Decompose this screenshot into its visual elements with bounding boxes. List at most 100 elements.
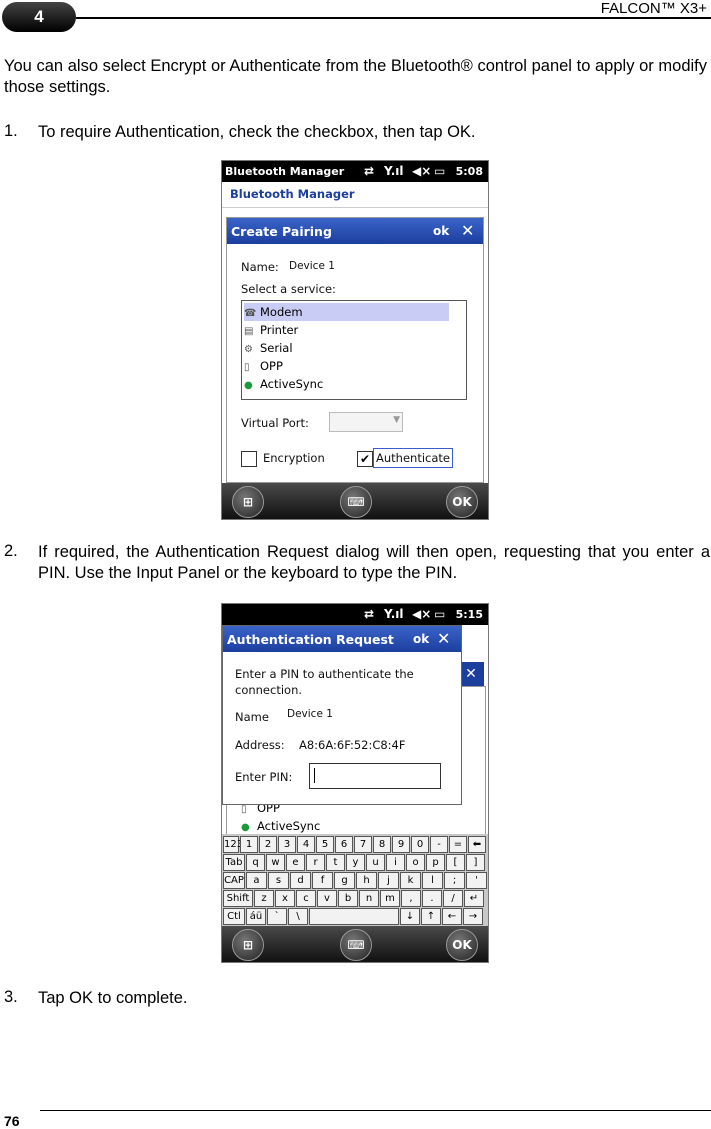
- key[interactable]: [: [446, 854, 465, 871]
- key[interactable]: h: [356, 872, 377, 889]
- key[interactable]: l: [422, 872, 443, 889]
- windows-start-icon[interactable]: ⊞: [232, 929, 264, 961]
- name-label: Name: [235, 710, 269, 724]
- encryption-checkbox[interactable]: [241, 451, 257, 467]
- key[interactable]: q: [246, 854, 265, 871]
- key[interactable]: d: [290, 872, 311, 889]
- key[interactable]: n: [359, 890, 379, 907]
- create-pairing-dialog: Create Pairing ok ✕ Name: Device 1 Selec…: [226, 217, 484, 483]
- dialog-title: Authentication Request: [227, 632, 394, 647]
- key[interactable]: ;: [444, 872, 465, 889]
- key[interactable]: z: [254, 890, 274, 907]
- key[interactable]: o: [406, 854, 425, 871]
- chevron-down-icon: ▼: [393, 415, 400, 425]
- key[interactable]: ↑: [421, 908, 441, 925]
- key[interactable]: 7: [354, 836, 372, 853]
- list-item[interactable]: ● ActiveSync: [244, 375, 449, 393]
- key[interactable]: 123: [223, 836, 243, 853]
- bottom-bar: ⊞ ⌨ OK: [222, 926, 488, 962]
- key[interactable]: j: [378, 872, 399, 889]
- key[interactable]: Tab: [223, 854, 245, 871]
- key[interactable]: ,: [401, 890, 421, 907]
- keyboard-icon[interactable]: ⌨: [340, 486, 372, 518]
- service-list[interactable]: ☎ Modem ▤ Printer ⚙ Serial ▯ OPP ● ActiveSync: [241, 300, 467, 400]
- key[interactable]: 2: [259, 836, 277, 853]
- dialog-title: Create Pairing: [231, 224, 332, 239]
- key[interactable]: x: [275, 890, 295, 907]
- authenticate-label: Authenticate: [373, 448, 453, 468]
- close-icon[interactable]: ✕: [437, 629, 450, 648]
- key[interactable]: .: [422, 890, 442, 907]
- key[interactable]: c: [296, 890, 316, 907]
- key[interactable]: t: [326, 854, 345, 871]
- key[interactable]: ⬅: [468, 836, 486, 853]
- key[interactable]: ↓: [400, 908, 420, 925]
- list-item[interactable]: ⚙ Serial: [244, 339, 449, 357]
- key[interactable]: 4: [297, 836, 315, 853]
- key[interactable]: Shift: [223, 890, 253, 907]
- key[interactable]: u: [366, 854, 385, 871]
- close-icon[interactable]: ✕: [461, 221, 474, 240]
- key[interactable]: i: [386, 854, 405, 871]
- service-label-printer: Printer: [260, 323, 299, 337]
- key[interactable]: ]: [466, 854, 485, 871]
- key[interactable]: s: [268, 872, 289, 889]
- key[interactable]: g: [334, 872, 355, 889]
- key[interactable]: Ctl: [223, 908, 245, 925]
- key[interactable]: 8: [373, 836, 391, 853]
- key[interactable]: ': [466, 872, 487, 889]
- dialog-message: Enter a PIN to authenticate the connecti…: [235, 667, 414, 697]
- footer-rule: [40, 1110, 711, 1111]
- key[interactable]: a: [246, 872, 267, 889]
- address-value: A8:6A:6F:52:C8:4F: [299, 738, 406, 752]
- key[interactable]: →: [463, 908, 483, 925]
- service-label-modem: Modem: [260, 305, 303, 319]
- dialog-ok-button[interactable]: ok: [413, 632, 429, 646]
- key[interactable]: y: [346, 854, 365, 871]
- status-title: Bluetooth Manager: [225, 165, 345, 178]
- name-label: Name:: [241, 260, 279, 274]
- key[interactable]: =: [449, 836, 467, 853]
- key[interactable]: 9: [392, 836, 410, 853]
- space-key[interactable]: [309, 908, 399, 925]
- list-item[interactable]: ▯ OPP: [244, 357, 449, 375]
- list-item[interactable]: ☎ Modem: [244, 303, 449, 321]
- key[interactable]: -: [430, 836, 448, 853]
- key[interactable]: 5: [316, 836, 334, 853]
- virtual-port-select[interactable]: ▼: [329, 412, 403, 432]
- key[interactable]: ↵: [464, 890, 484, 907]
- keyboard-icon[interactable]: ⌨: [340, 929, 372, 961]
- key[interactable]: w: [266, 854, 285, 871]
- pin-input[interactable]: [309, 763, 441, 789]
- key[interactable]: áü: [246, 908, 266, 925]
- key[interactable]: b: [338, 890, 358, 907]
- key[interactable]: ←: [442, 908, 462, 925]
- name-field[interactable]: Device 1: [289, 260, 335, 272]
- key[interactable]: \: [288, 908, 308, 925]
- key[interactable]: 0: [411, 836, 429, 853]
- list-item[interactable]: ▤ Printer: [244, 321, 449, 339]
- key[interactable]: m: [380, 890, 400, 907]
- ok-button[interactable]: OK: [446, 929, 478, 961]
- key[interactable]: e: [286, 854, 305, 871]
- ok-button[interactable]: OK: [446, 486, 478, 518]
- key[interactable]: k: [400, 872, 421, 889]
- key[interactable]: p: [426, 854, 445, 871]
- key[interactable]: 6: [335, 836, 353, 853]
- windows-start-icon[interactable]: ⊞: [232, 486, 264, 518]
- service-label-serial: Serial: [260, 341, 293, 355]
- title-divider: [222, 207, 488, 208]
- key[interactable]: 1: [240, 836, 258, 853]
- key[interactable]: f: [312, 872, 333, 889]
- key[interactable]: r: [306, 854, 325, 871]
- key[interactable]: 3: [278, 836, 296, 853]
- key[interactable]: CAP: [223, 872, 245, 889]
- encryption-label: Encryption: [263, 451, 325, 465]
- key[interactable]: /: [443, 890, 463, 907]
- authenticate-checkbox[interactable]: ✔: [357, 451, 373, 467]
- key[interactable]: `: [267, 908, 287, 925]
- step-3-text: Tap OK to complete.: [38, 989, 188, 1007]
- chapter-badge: 4: [2, 2, 76, 32]
- key[interactable]: v: [317, 890, 337, 907]
- dialog-ok-button[interactable]: ok: [433, 224, 449, 238]
